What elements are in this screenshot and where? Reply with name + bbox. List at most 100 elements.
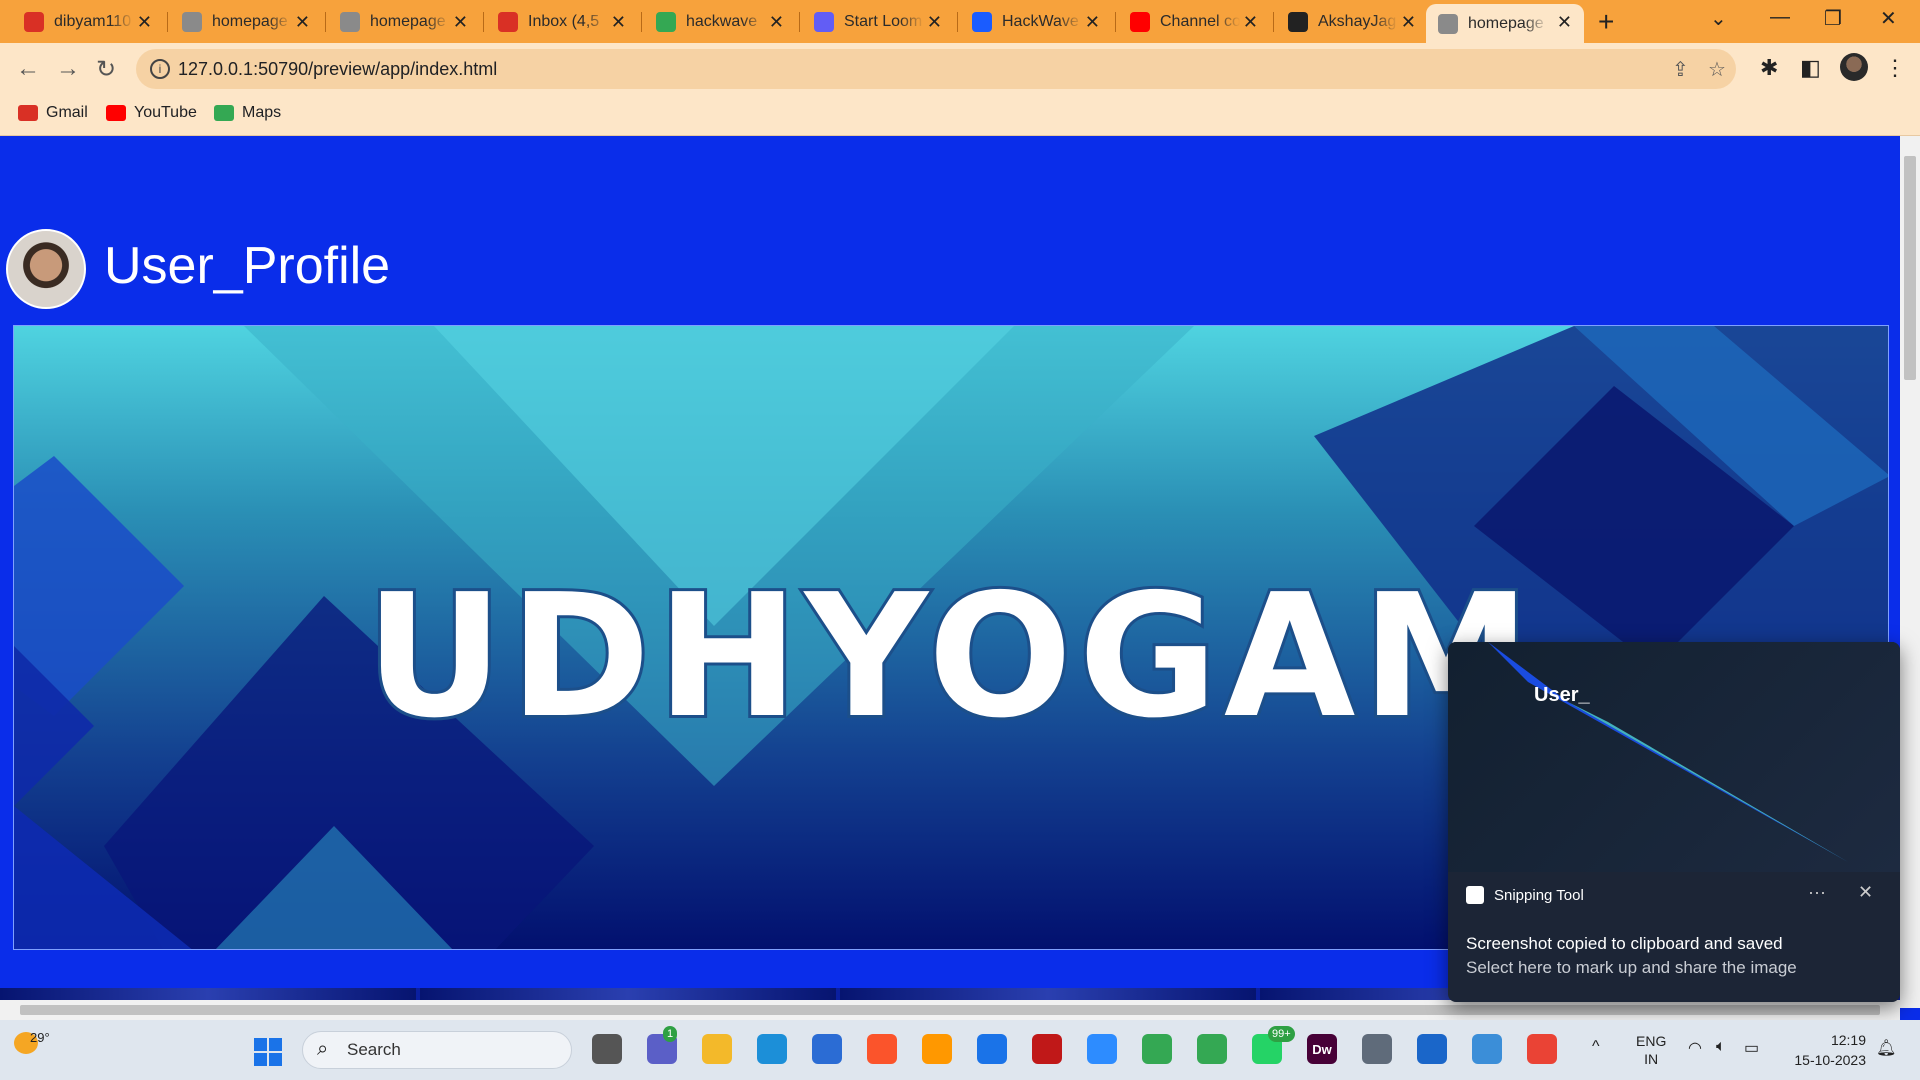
minimize-button[interactable]: —	[1770, 6, 1790, 29]
close-window-button[interactable]: ✕	[1880, 6, 1897, 31]
close-tab-icon[interactable]: ✕	[1557, 12, 1572, 32]
profile-avatar[interactable]	[1840, 53, 1868, 81]
tab[interactable]: AkshayJag ✕	[1276, 4, 1428, 40]
screenshot-thumbnail[interactable]: User_	[1448, 642, 1900, 872]
side-panel-icon[interactable]: ◧	[1800, 55, 1821, 81]
tab-separator	[483, 12, 484, 32]
search-label: Search	[347, 1040, 401, 1059]
bookmark-star-icon[interactable]: ☆	[1708, 57, 1726, 82]
notification-bell-icon[interactable]: 🔔︎	[1876, 1038, 1896, 1058]
chevron-up-icon[interactable]: ^	[1592, 1038, 1600, 1056]
taskbar-search[interactable]: ⌕ Search	[302, 1031, 572, 1069]
gmail-icon	[18, 105, 38, 121]
bookmarks-bar: Gmail YouTube Maps	[0, 95, 1920, 136]
photos-icon[interactable]	[1472, 1034, 1502, 1064]
file-explorer-icon[interactable]	[702, 1034, 732, 1064]
tab-separator	[641, 12, 642, 32]
brave-icon[interactable]	[867, 1034, 897, 1064]
bookmark-gmail[interactable]: Gmail	[18, 104, 88, 122]
tab-title: AkshayJag	[1318, 13, 1397, 30]
sublime-icon[interactable]	[922, 1034, 952, 1064]
tab-separator	[957, 12, 958, 32]
mcafee-icon[interactable]	[1032, 1034, 1062, 1064]
task-view-icon[interactable]	[592, 1034, 622, 1064]
share-icon[interactable]: ⇪	[1672, 57, 1689, 82]
vertical-scroll-thumb[interactable]	[1904, 156, 1916, 380]
tab[interactable]: HackWave ✕	[960, 4, 1112, 40]
tab[interactable]: homepage ✕	[328, 4, 480, 40]
youtube-icon	[1130, 12, 1150, 32]
tab[interactable]: Start Loom ✕	[802, 4, 954, 40]
close-tab-icon[interactable]: ✕	[927, 12, 942, 32]
tab-title: homepage	[212, 13, 288, 30]
language-indicator[interactable]: ENG IN	[1636, 1032, 1666, 1068]
close-tab-icon[interactable]: ✕	[1243, 12, 1258, 32]
close-tab-icon[interactable]: ✕	[611, 12, 626, 32]
tab[interactable]: Channel co ✕	[1118, 4, 1270, 40]
defender-icon[interactable]	[1417, 1034, 1447, 1064]
new-tab-button[interactable]: +	[1598, 6, 1614, 38]
close-tab-icon[interactable]: ✕	[1401, 12, 1416, 32]
tab-title: homepage	[1468, 14, 1544, 32]
close-tab-icon[interactable]: ✕	[453, 12, 468, 32]
close-tab-icon[interactable]: ✕	[769, 12, 784, 32]
chrome-icon-2[interactable]	[1527, 1034, 1557, 1064]
bookmark-maps[interactable]: Maps	[214, 104, 281, 122]
tab[interactable]: hackwave ✕	[644, 4, 796, 40]
store-icon[interactable]	[812, 1034, 842, 1064]
more-options-icon[interactable]: ···	[1808, 882, 1826, 903]
avatar	[6, 229, 86, 309]
tab[interactable]: dibyam110 ✕	[12, 4, 164, 40]
dreamweaver-icon[interactable]: Dw	[1307, 1034, 1337, 1064]
drive-icon	[656, 12, 676, 32]
battery-icon[interactable]: ▭	[1744, 1038, 1759, 1058]
browser-toolbar: ← → ↻ i 127.0.0.1:50790/preview/app/inde…	[0, 43, 1920, 95]
volume-icon[interactable]: 🔈︎	[1716, 1038, 1726, 1056]
url-text[interactable]: 127.0.0.1:50790/preview/app/index.html	[178, 59, 497, 80]
loom-icon	[814, 12, 834, 32]
horizontal-scroll-thumb[interactable]	[20, 1005, 1880, 1015]
page-title: User_Profile	[104, 237, 391, 295]
tab-search-icon[interactable]: ⌄	[1710, 6, 1727, 31]
tab[interactable]: homepage ✕	[1426, 4, 1584, 43]
horizontal-scrollbar[interactable]	[0, 1000, 1900, 1020]
app-badge: 1	[663, 1026, 678, 1042]
reload-button[interactable]: ↻	[96, 55, 116, 84]
start-button[interactable]	[254, 1038, 282, 1066]
gmail-icon	[24, 12, 44, 32]
help-icon[interactable]	[977, 1034, 1007, 1064]
notification-title: Screenshot copied to clipboard and saved	[1466, 934, 1783, 953]
close-tab-icon[interactable]: ✕	[137, 12, 152, 32]
edge-icon[interactable]	[757, 1034, 787, 1064]
youtube-icon	[106, 105, 126, 121]
tab[interactable]: Inbox (4,5 ✕	[486, 4, 638, 40]
wifi-icon[interactable]: ◠	[1688, 1038, 1702, 1058]
tab-separator	[325, 12, 326, 32]
tab-title: homepage	[370, 13, 446, 30]
chrome-profile-icon[interactable]	[1197, 1034, 1227, 1064]
tab-title: dibyam110	[54, 13, 132, 30]
back-button[interactable]: ←	[16, 55, 40, 83]
bookmark-youtube[interactable]: YouTube	[106, 104, 197, 122]
restore-button[interactable]: ❐	[1824, 6, 1842, 31]
close-notification-icon[interactable]: ✕	[1858, 882, 1873, 903]
time: 12:19	[1830, 1032, 1866, 1048]
globe-icon	[340, 12, 360, 32]
close-tab-icon[interactable]: ✕	[295, 12, 310, 32]
vertical-scrollbar[interactable]	[1900, 136, 1920, 1008]
address-bar[interactable]: i 127.0.0.1:50790/preview/app/index.html…	[136, 49, 1736, 89]
notification-app-name: Snipping Tool	[1494, 887, 1584, 904]
extensions-icon[interactable]: ✱	[1760, 55, 1778, 81]
github-icon	[1288, 12, 1308, 32]
site-info-icon[interactable]: i	[150, 59, 170, 79]
snipping-tool-notification[interactable]: User_ Snipping Tool ··· ✕ Screenshot cop…	[1448, 642, 1900, 1002]
tab[interactable]: homepage ✕	[170, 4, 322, 40]
menu-icon[interactable]: ⋮	[1884, 55, 1906, 81]
close-tab-icon[interactable]: ✕	[1085, 12, 1100, 32]
chrome-icon[interactable]	[1142, 1034, 1172, 1064]
clock[interactable]: 12:19 15-10-2023	[1786, 1030, 1866, 1070]
zoom-icon[interactable]	[1087, 1034, 1117, 1064]
settings-icon[interactable]	[1362, 1034, 1392, 1064]
tab-separator	[799, 12, 800, 32]
forward-button[interactable]: →	[56, 55, 80, 83]
